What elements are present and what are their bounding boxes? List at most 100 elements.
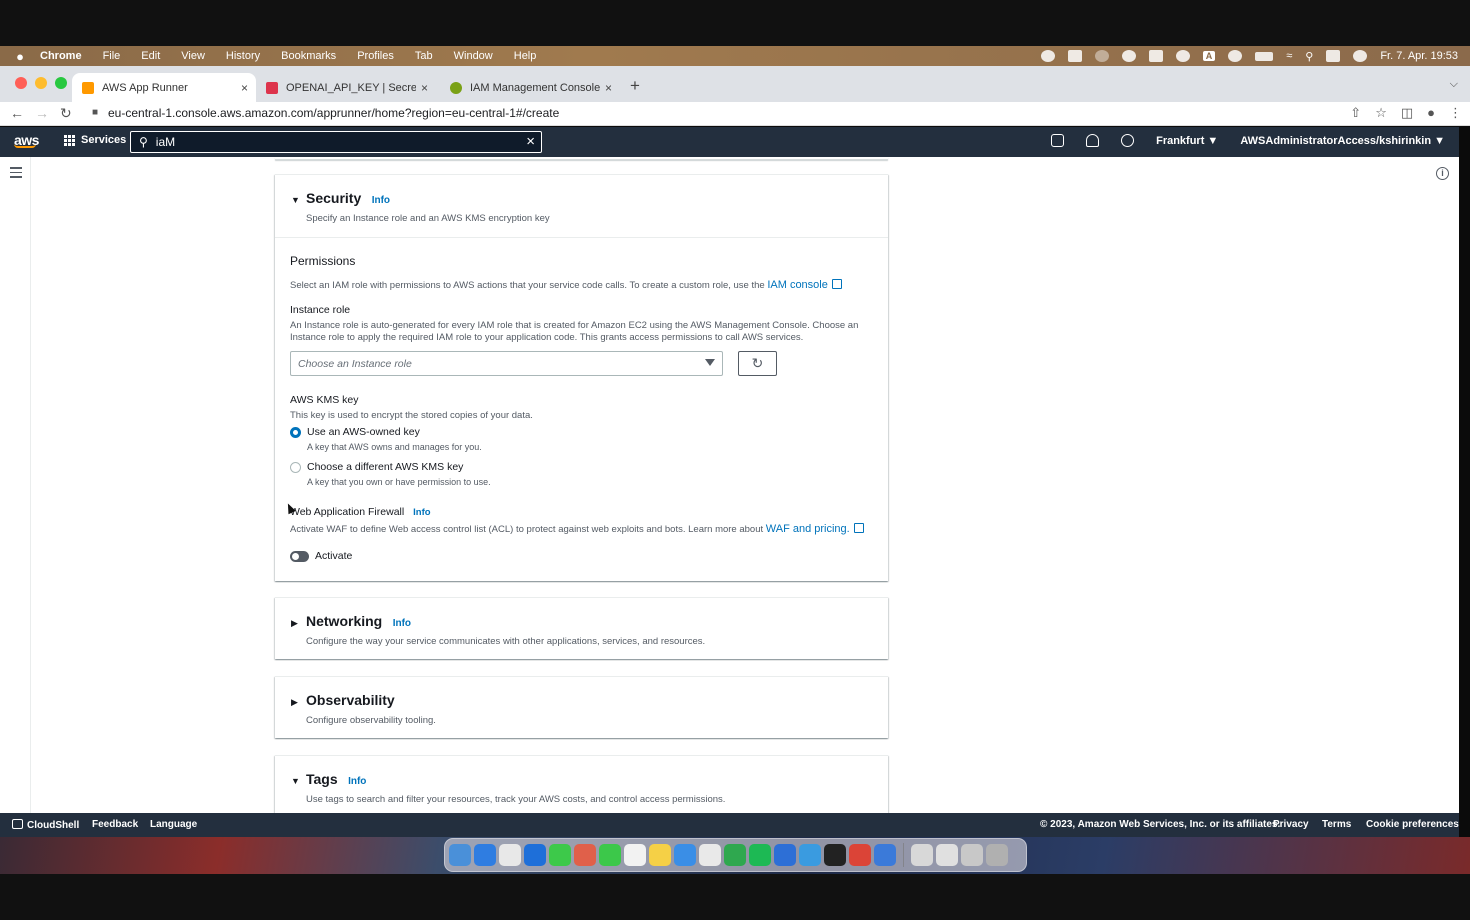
side-panel-icon[interactable]: ◫ xyxy=(1401,105,1413,121)
networking-card-header[interactable]: ▶ Networking Info Configure the way your… xyxy=(275,598,888,660)
region-selector[interactable]: Frankfurt ▼ xyxy=(1156,135,1218,147)
forward-arrow-icon[interactable]: → xyxy=(35,105,49,121)
dock-app-icon[interactable] xyxy=(749,844,771,866)
activate-label[interactable]: Activate xyxy=(315,550,352,562)
dock-app-icon[interactable] xyxy=(961,844,983,866)
caret-down-icon[interactable]: ▼ xyxy=(291,776,300,786)
console-search-input[interactable]: ⚲ iaM × xyxy=(130,131,542,153)
dock-app-icon[interactable] xyxy=(499,844,521,866)
lock-icon[interactable]: ■ xyxy=(92,107,98,118)
refresh-roles-button[interactable]: ↻ xyxy=(738,351,777,376)
different-kms-key-radio[interactable] xyxy=(290,462,301,473)
tab-aws-app-runner[interactable]: AWS App Runner × xyxy=(72,73,256,102)
tab-search-chevron-icon[interactable]: ⌵ xyxy=(1450,78,1458,91)
tab-secrets-manager[interactable]: OPENAI_API_KEY | Secrets Ma × xyxy=(256,73,436,102)
dock-app-icon[interactable] xyxy=(724,844,746,866)
dock-app-icon[interactable] xyxy=(449,844,471,866)
tags-card-header[interactable]: ▼ Tags Info Use tags to search and filte… xyxy=(275,756,888,813)
control-center-icon[interactable] xyxy=(1326,50,1341,62)
tags-info-link[interactable]: Info xyxy=(348,776,366,787)
reload-icon[interactable]: ↻ xyxy=(60,105,72,122)
status-app-icon[interactable] xyxy=(1040,50,1055,62)
shield-icon[interactable] xyxy=(1148,50,1163,62)
account-menu[interactable]: AWSAdministratorAccess/kshirinkin ▼ xyxy=(1240,135,1445,147)
services-menu-button[interactable]: Services xyxy=(64,134,126,146)
dock-app-icon[interactable] xyxy=(649,844,671,866)
networking-info-link[interactable]: Info xyxy=(393,618,411,629)
menu-history[interactable]: History xyxy=(226,50,260,62)
waf-pricing-link[interactable]: WAF and pricing. xyxy=(766,523,850,535)
close-tab-icon[interactable]: × xyxy=(241,81,248,95)
dock-app-icon[interactable] xyxy=(474,844,496,866)
menu-profiles[interactable]: Profiles xyxy=(357,50,394,62)
menu-tab[interactable]: Tab xyxy=(415,50,433,62)
aws-owned-key-radio[interactable] xyxy=(290,427,301,438)
dock-app-icon[interactable] xyxy=(824,844,846,866)
caret-right-icon[interactable]: ▶ xyxy=(291,697,298,708)
dropbox-icon[interactable] xyxy=(1067,50,1082,62)
cloudshell-icon[interactable] xyxy=(1051,134,1065,147)
notifications-bell-icon[interactable] xyxy=(1086,134,1100,147)
terms-link[interactable]: Terms xyxy=(1322,819,1351,830)
menu-help[interactable]: Help xyxy=(514,50,537,62)
dock-app-icon[interactable] xyxy=(699,844,721,866)
menu-edit[interactable]: Edit xyxy=(141,50,160,62)
status-app-icon-3[interactable] xyxy=(1175,50,1190,62)
wifi-icon[interactable]: ≈ xyxy=(1286,50,1292,62)
help-icon[interactable] xyxy=(1121,134,1135,147)
menu-view[interactable]: View xyxy=(181,50,205,62)
caret-down-icon[interactable]: ▼ xyxy=(291,195,300,205)
language-link[interactable]: Language xyxy=(150,819,197,830)
close-tab-icon[interactable]: × xyxy=(605,81,612,95)
iam-console-link[interactable]: IAM console xyxy=(767,279,828,291)
privacy-link[interactable]: Privacy xyxy=(1273,819,1309,830)
different-kms-key-label[interactable]: Choose a different AWS KMS key xyxy=(307,461,463,473)
external-link-icon[interactable] xyxy=(853,523,864,533)
zoom-window-button[interactable] xyxy=(55,77,67,89)
aws-owned-key-label[interactable]: Use an AWS-owned key xyxy=(307,426,420,438)
dock-app-icon[interactable] xyxy=(936,844,958,866)
waf-activate-toggle[interactable] xyxy=(290,551,309,562)
input-source-icon[interactable]: A xyxy=(1202,51,1216,61)
clear-search-icon[interactable]: × xyxy=(526,133,535,150)
menu-bookmarks[interactable]: Bookmarks xyxy=(281,50,336,62)
waf-info-link[interactable]: Info xyxy=(413,507,430,518)
cookie-preferences-link[interactable]: Cookie preferences xyxy=(1366,819,1459,830)
dock-app-icon[interactable] xyxy=(599,844,621,866)
dock-app-icon[interactable] xyxy=(774,844,796,866)
chrome-menu-icon[interactable]: ⋮ xyxy=(1449,105,1462,121)
minimize-window-button[interactable] xyxy=(35,77,47,89)
dock-app-icon[interactable] xyxy=(524,844,546,866)
new-tab-button[interactable]: + xyxy=(630,76,640,96)
feedback-link[interactable]: Feedback xyxy=(92,819,138,830)
share-icon[interactable]: ⇧ xyxy=(1350,105,1361,121)
menu-app-name[interactable]: Chrome xyxy=(40,50,82,62)
back-arrow-icon[interactable]: ← xyxy=(10,105,24,121)
menu-window[interactable]: Window xyxy=(454,50,493,62)
siri-icon[interactable] xyxy=(1353,50,1368,62)
bookmark-star-icon[interactable]: ☆ xyxy=(1375,105,1387,121)
security-info-link[interactable]: Info xyxy=(372,195,390,206)
menubar-clock[interactable]: Fr. 7. Apr. 19:53 xyxy=(1380,50,1458,62)
address-bar-url[interactable]: eu-central-1.console.aws.amazon.com/appr… xyxy=(108,106,559,120)
dock-app-icon[interactable] xyxy=(624,844,646,866)
cloudshell-button[interactable]: CloudShell xyxy=(12,819,79,831)
status-app-icon-2[interactable] xyxy=(1121,50,1136,62)
close-tab-icon[interactable]: × xyxy=(421,81,428,95)
moon-icon[interactable] xyxy=(1094,50,1109,62)
aws-logo[interactable]: aws xyxy=(14,132,39,148)
observability-card-header[interactable]: ▶ Observability Configure observability … xyxy=(275,677,888,739)
info-panel-icon[interactable]: i xyxy=(1436,167,1449,180)
dock-app-icon[interactable] xyxy=(849,844,871,866)
close-window-button[interactable] xyxy=(15,77,27,89)
caret-right-icon[interactable]: ▶ xyxy=(291,618,298,629)
dock-app-icon[interactable] xyxy=(874,844,896,866)
hamburger-menu-icon[interactable] xyxy=(10,167,22,181)
instance-role-select[interactable]: Choose an Instance role xyxy=(290,351,723,376)
dock-app-icon[interactable] xyxy=(799,844,821,866)
menu-file[interactable]: File xyxy=(103,50,121,62)
dock-app-icon[interactable] xyxy=(574,844,596,866)
tab-iam-console[interactable]: IAM Management Console × xyxy=(440,73,620,102)
dock-app-icon[interactable] xyxy=(549,844,571,866)
apple-menu-icon[interactable]: ● xyxy=(0,49,40,64)
